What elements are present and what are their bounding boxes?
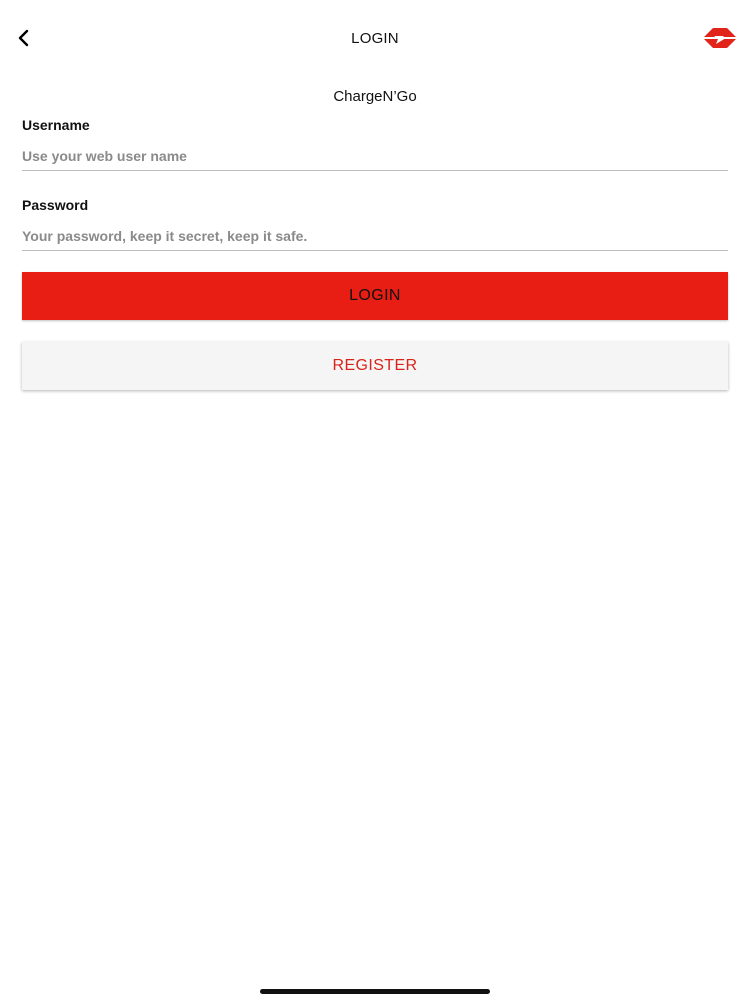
password-input[interactable] (22, 222, 728, 251)
username-input[interactable] (22, 142, 728, 171)
home-indicator[interactable] (260, 989, 490, 994)
chargengo-logo-icon (704, 28, 736, 48)
username-field: Username (22, 116, 728, 171)
login-button[interactable]: LOGIN (22, 272, 728, 320)
username-label: Username (22, 117, 90, 133)
login-screen: LOGIN ChargeN’Go Username Password LOGIN… (0, 0, 750, 1000)
password-field: Password (22, 196, 728, 251)
app-name: ChargeN’Go (333, 88, 417, 105)
register-button[interactable]: REGISTER (22, 342, 728, 390)
navigation-bar: LOGIN (0, 0, 750, 76)
password-label: Password (22, 197, 89, 213)
nav-title: LOGIN (351, 30, 399, 47)
